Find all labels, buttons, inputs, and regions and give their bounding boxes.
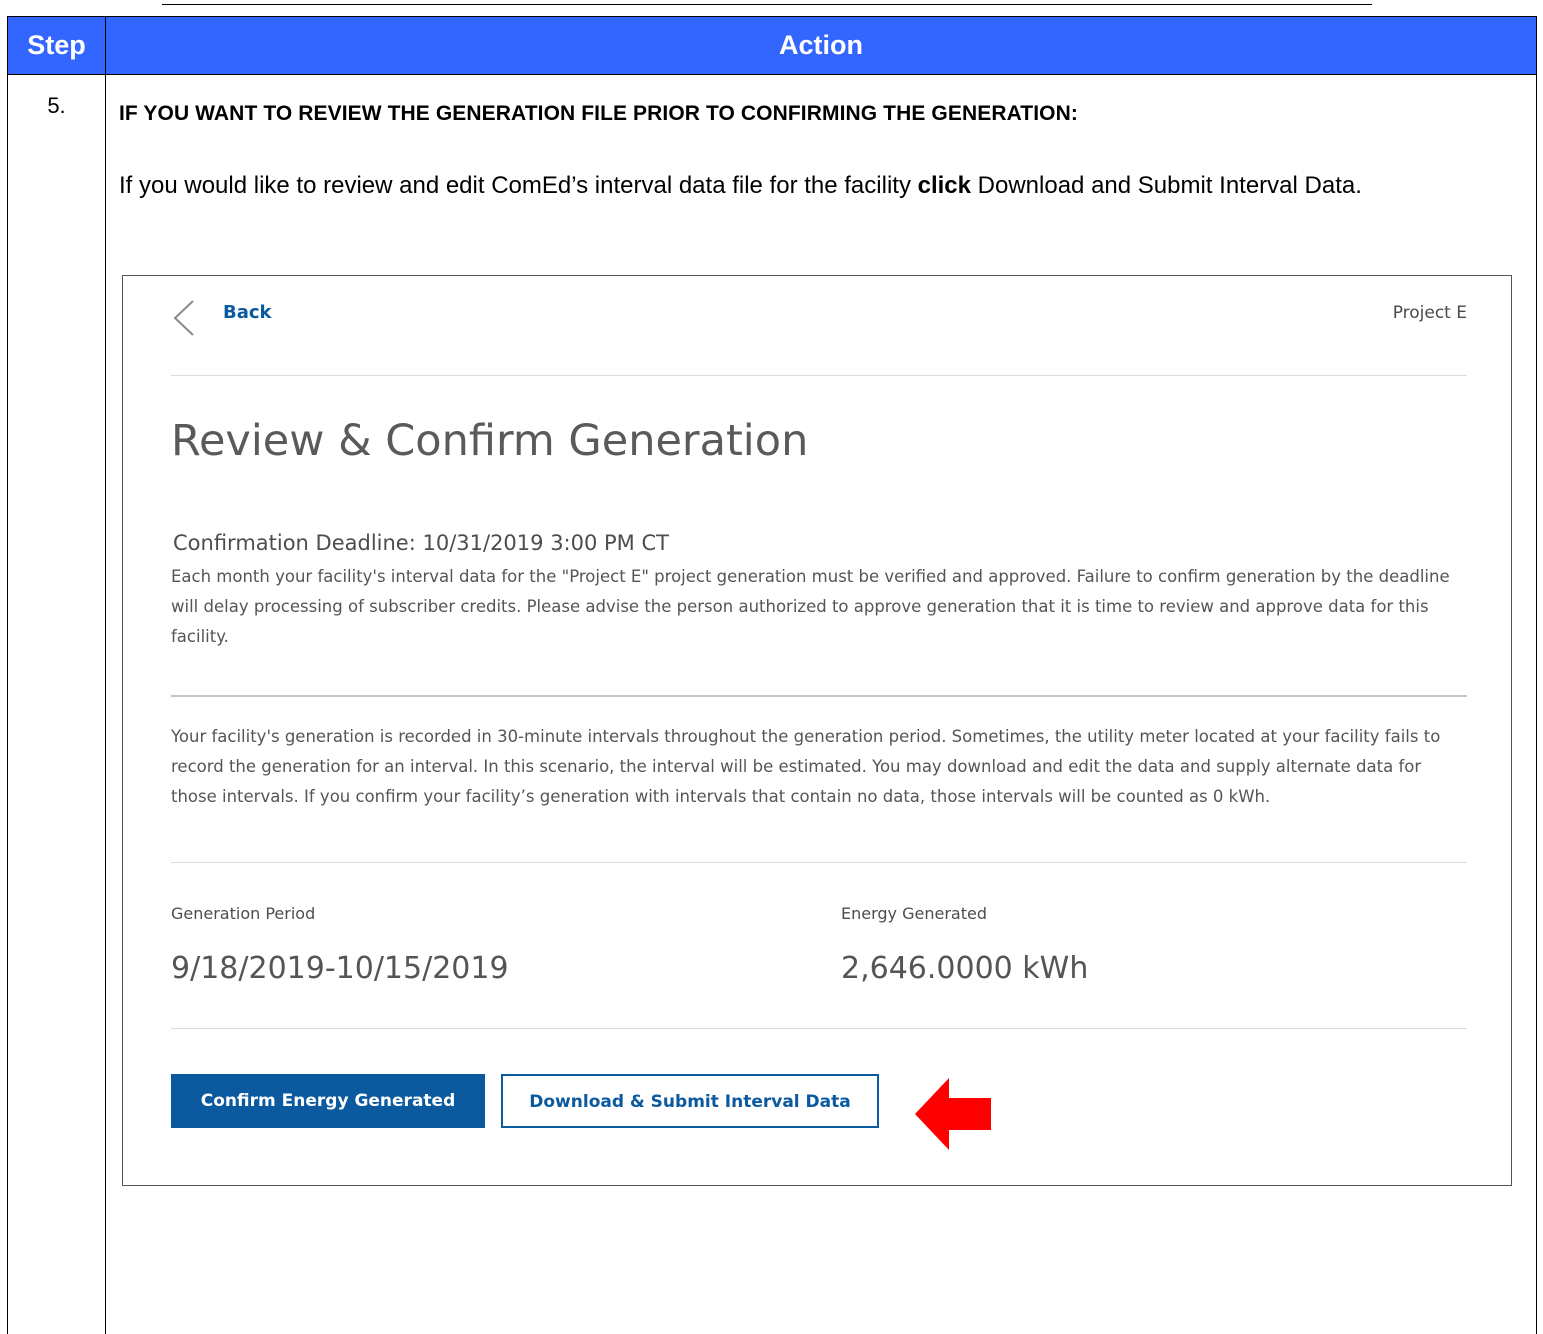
energy-generated-value: 2,646.0000 kWh	[841, 951, 1089, 986]
project-name: Project E	[1392, 303, 1467, 323]
table-header-row: Step Action	[8, 17, 1536, 75]
instruction-text: If you would like to review and edit Com…	[119, 170, 1509, 201]
top-rule	[162, 4, 1372, 5]
instruction-before: If you would like to review and edit Com…	[119, 172, 918, 199]
instruction-click: click	[917, 172, 971, 199]
action-heading: IF YOU WANT TO REVIEW THE GENERATION FIL…	[119, 102, 1078, 125]
confirm-energy-button[interactable]: Confirm Energy Generated	[171, 1074, 485, 1128]
intro-paragraph: Each month your facility's interval data…	[171, 567, 1450, 646]
screenshot-panel: Back Project E Review & Confirm Generati…	[122, 275, 1512, 1186]
divider	[171, 375, 1467, 376]
step-number: 5.	[47, 93, 66, 118]
page-title: Review & Confirm Generation	[171, 416, 809, 466]
instruction-after: Download and Submit Interval Data.	[971, 172, 1362, 199]
divider	[171, 1028, 1467, 1029]
divider	[171, 695, 1467, 697]
chevron-left-icon[interactable]	[171, 298, 197, 338]
generation-period-value: 9/18/2019-10/15/2019	[171, 951, 509, 986]
back-link[interactable]: Back	[223, 302, 272, 323]
back-row: Back Project E	[123, 276, 1511, 376]
divider	[171, 862, 1467, 863]
download-submit-button[interactable]: Download & Submit Interval Data	[501, 1074, 879, 1128]
confirmation-deadline: Confirmation Deadline: 10/31/2019 3:00 P…	[173, 531, 669, 555]
procedure-table: Step Action 5. IF YOU WANT TO REVIEW THE…	[7, 16, 1537, 1334]
column-divider	[105, 17, 106, 1334]
header-action: Action	[779, 30, 863, 60]
generation-period-label: Generation Period	[171, 904, 316, 923]
header-step: Step	[27, 30, 86, 60]
arrow-left-icon	[915, 1078, 991, 1150]
interval-paragraph: Your facility's generation is recorded i…	[171, 727, 1441, 806]
energy-generated-label: Energy Generated	[841, 904, 987, 923]
